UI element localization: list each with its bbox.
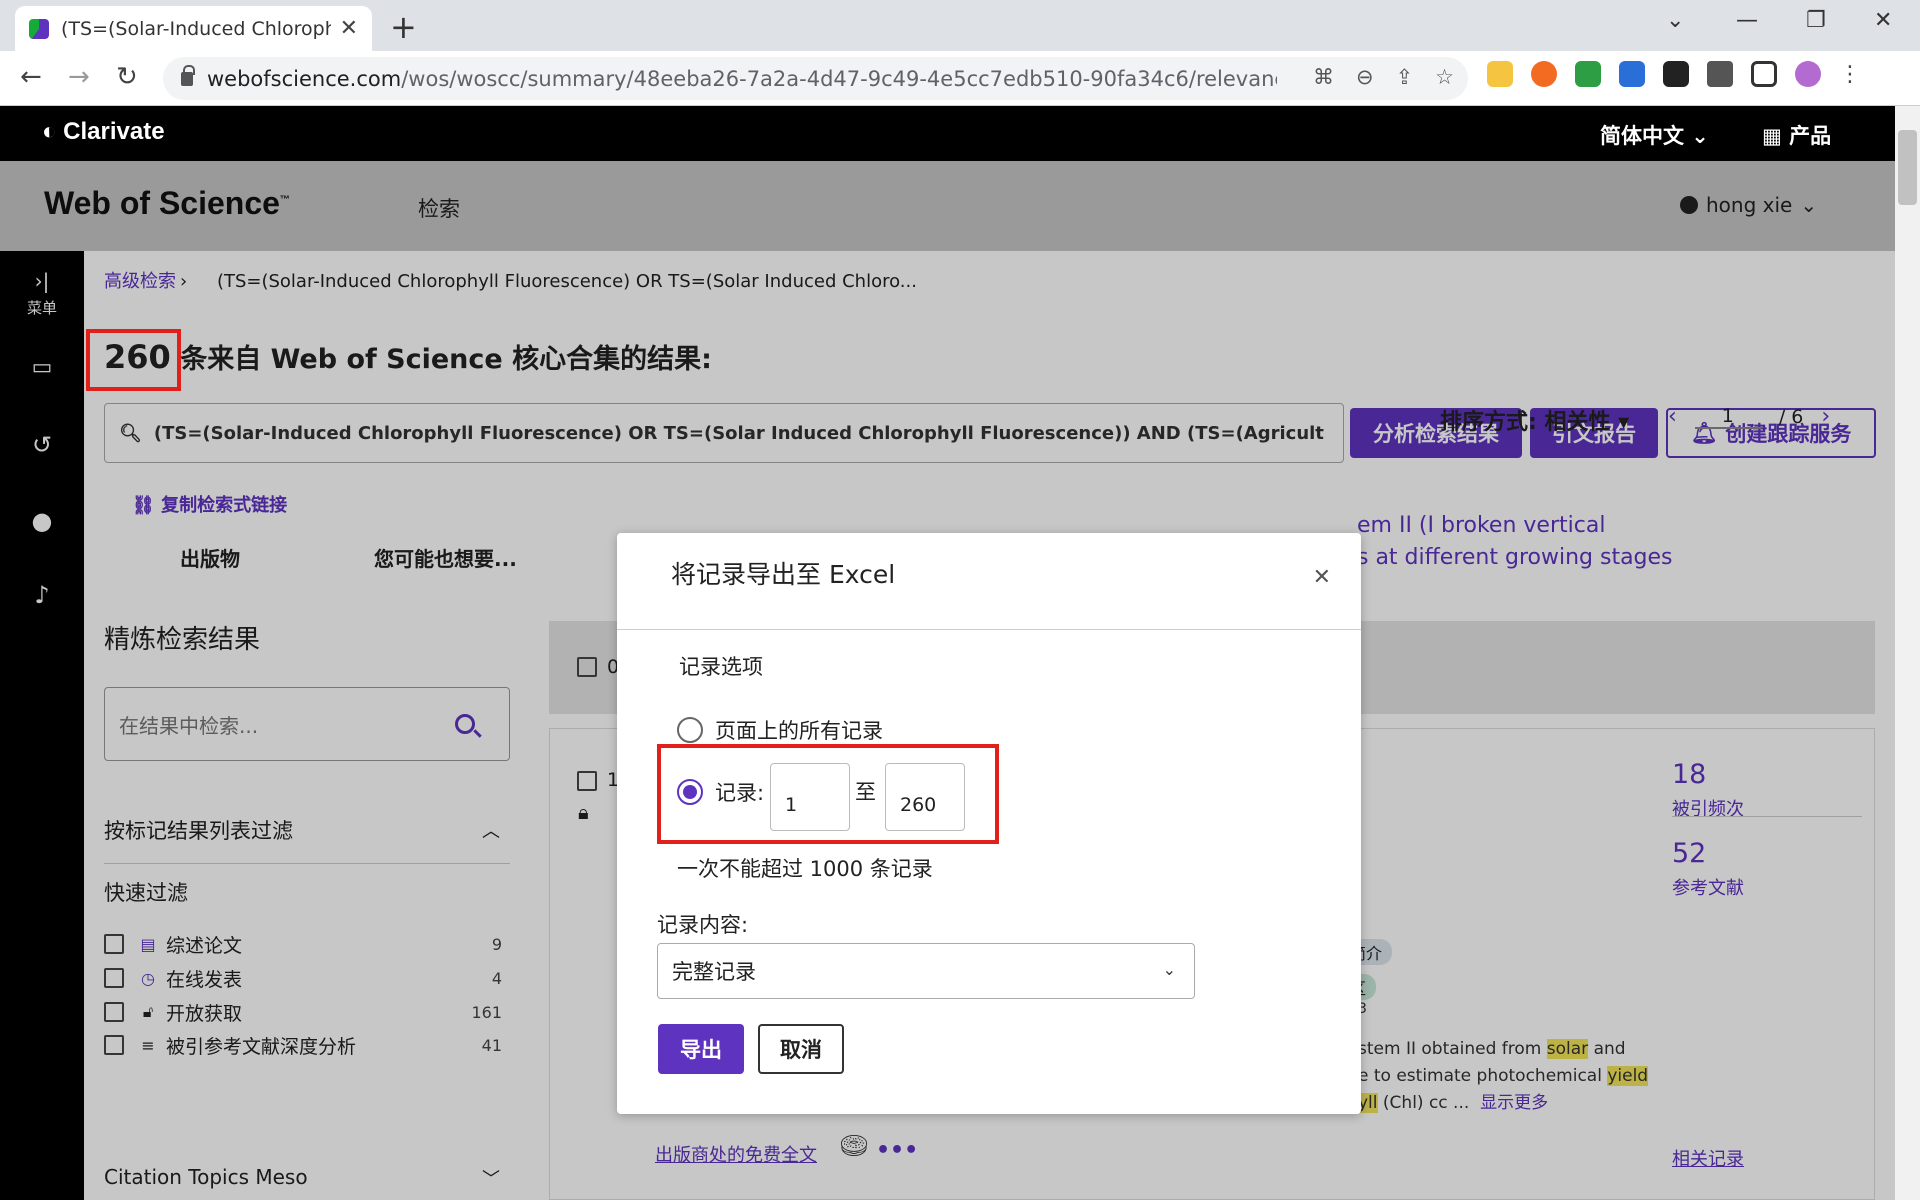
puzzle-extensions-icon[interactable] bbox=[1707, 61, 1733, 87]
tag-extension-icon[interactable] bbox=[1619, 61, 1645, 87]
export-excel-dialog: 将记录导出至 Excel ✕ 记录选项 页面上的所有记录 记录: 1 至 260… bbox=[617, 533, 1361, 1114]
record-content-select[interactable]: 完整记录 ⌄ bbox=[657, 943, 1195, 999]
close-window-icon[interactable]: ✕ bbox=[1874, 8, 1892, 33]
export-button[interactable]: 导出 bbox=[658, 1024, 744, 1074]
clarivate-logo[interactable]: ◐ Clarivate bbox=[42, 118, 165, 146]
limit-note: 一次不能超过 1000 条记录 bbox=[677, 857, 933, 881]
record-options-label: 记录选项 bbox=[679, 655, 763, 679]
dialog-title: 将记录导出至 Excel bbox=[671, 560, 896, 589]
chevron-down-icon: ⌄ bbox=[1162, 960, 1176, 979]
back-icon[interactable]: ← bbox=[20, 62, 42, 92]
range-highlight-box bbox=[657, 744, 999, 844]
bookmark-star-icon[interactable]: ☆ bbox=[1435, 65, 1454, 89]
browser-tab-strip: (TS=(Solar-Induced Chlorophyll ✕ + ⌄ — ❐… bbox=[0, 0, 1920, 51]
radio-all-records[interactable] bbox=[677, 717, 703, 743]
address-bar[interactable]: webofscience.com/wos/woscc/summary/48eeb… bbox=[163, 57, 1468, 100]
reload-icon[interactable]: ↻ bbox=[116, 62, 138, 92]
forward-icon[interactable]: → bbox=[68, 62, 90, 92]
clarivate-top-bar: ◐ Clarivate 简体中文 ⌄ ▦ 产品 bbox=[0, 106, 1895, 161]
clarivate-favicon-icon bbox=[29, 18, 49, 39]
new-tab-icon[interactable]: + bbox=[390, 8, 417, 46]
products-menu[interactable]: ▦ 产品 bbox=[1762, 120, 1831, 150]
browser-tab[interactable]: (TS=(Solar-Induced Chlorophyll ✕ bbox=[15, 6, 372, 51]
side-panel-icon[interactable] bbox=[1751, 61, 1777, 87]
dialog-divider bbox=[617, 629, 1361, 630]
browser-toolbar: ← → ↻ webofscience.com/wos/woscc/summary… bbox=[0, 51, 1920, 106]
language-selector[interactable]: 简体中文 ⌄ bbox=[1600, 120, 1709, 150]
record-content-label: 记录内容: bbox=[657, 913, 749, 937]
url-text: webofscience.com/wos/woscc/summary/48eeb… bbox=[207, 66, 1277, 91]
lock-icon bbox=[181, 64, 195, 86]
page-scrollbar-thumb[interactable] bbox=[1898, 130, 1917, 205]
restore-icon[interactable]: ❐ bbox=[1806, 8, 1826, 33]
all-records-option[interactable]: 页面上的所有记录 bbox=[677, 715, 883, 745]
share-icon[interactable]: ⇪ bbox=[1396, 65, 1414, 89]
tab-close-icon[interactable]: ✕ bbox=[340, 16, 358, 41]
tab-title: (TS=(Solar-Induced Chlorophyll bbox=[61, 17, 331, 40]
profile-avatar[interactable] bbox=[1795, 61, 1821, 87]
modal-backdrop-rail bbox=[0, 161, 84, 1200]
brave-extension-icon[interactable] bbox=[1531, 61, 1557, 87]
page-scrollbar[interactable] bbox=[1895, 106, 1920, 1200]
cancel-button[interactable]: 取消 bbox=[758, 1024, 844, 1074]
glasses-extension-icon[interactable] bbox=[1663, 61, 1689, 87]
minimize-icon[interactable]: — bbox=[1736, 8, 1758, 33]
shield-extension-icon[interactable] bbox=[1575, 61, 1601, 87]
tab-search-chevron-icon[interactable]: ⌄ bbox=[1666, 8, 1684, 33]
zoom-icon[interactable]: ⊖ bbox=[1356, 65, 1374, 89]
folder-extension-icon[interactable] bbox=[1487, 61, 1513, 87]
close-icon[interactable]: ✕ bbox=[1313, 565, 1331, 590]
browser-menu-icon[interactable]: ⋮ bbox=[1839, 62, 1861, 87]
translate-icon[interactable]: ⌘ bbox=[1313, 65, 1334, 89]
